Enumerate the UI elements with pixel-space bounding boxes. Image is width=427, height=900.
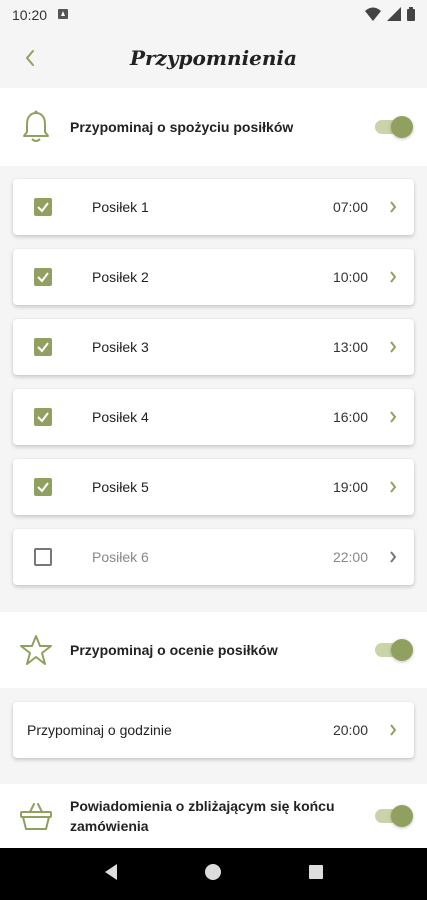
meal-time: 10:00 — [332, 269, 368, 285]
page-title: Przypomnienia — [129, 46, 297, 70]
check-icon — [37, 272, 49, 283]
meals-reminder-section: Przypominaj o spożyciu posiłków — [0, 88, 427, 166]
meal-row[interactable]: Posiłek 1 07:00 — [13, 179, 414, 235]
meal-checkbox[interactable] — [34, 268, 52, 286]
chevron-left-icon — [26, 50, 34, 66]
rating-time-label: Przypominaj o godzinie — [27, 722, 172, 738]
meal-time: 07:00 — [332, 199, 368, 215]
star-icon — [18, 632, 54, 668]
meal-checkbox[interactable] — [34, 548, 52, 566]
meal-checkbox[interactable] — [34, 198, 52, 216]
meal-name: Posiłek 1 — [92, 199, 149, 215]
meal-row[interactable]: Posiłek 6 22:00 — [13, 529, 414, 585]
rating-reminder-toggle[interactable] — [375, 639, 413, 661]
meal-name: Posiłek 6 — [92, 549, 149, 565]
nav-recents-icon[interactable] — [308, 864, 324, 885]
system-nav-bar — [0, 848, 427, 900]
status-time: 10:20 — [12, 7, 48, 23]
back-button[interactable] — [16, 44, 44, 72]
meal-row[interactable]: Posiłek 3 13:00 — [13, 319, 414, 375]
check-icon — [37, 412, 49, 423]
meal-name: Posiłek 2 — [92, 269, 149, 285]
meal-row[interactable]: Posiłek 5 19:00 — [13, 459, 414, 515]
chevron-right-icon — [386, 200, 400, 214]
check-icon — [37, 482, 49, 493]
meal-time: 13:00 — [332, 339, 368, 355]
meal-time: 16:00 — [332, 409, 368, 425]
meal-name: Posiłek 5 — [92, 479, 149, 495]
signal-icon — [387, 6, 401, 24]
meal-time: 19:00 — [332, 479, 368, 495]
check-icon — [37, 342, 49, 353]
battery-icon — [407, 6, 415, 24]
meal-checkbox[interactable] — [34, 478, 52, 496]
nav-back-icon[interactable] — [103, 863, 119, 886]
meal-name: Posiłek 4 — [92, 409, 149, 425]
chevron-right-icon — [386, 550, 400, 564]
rating-time-row[interactable]: Przypominaj o godzinie 20:00 — [13, 702, 414, 758]
meal-checkbox[interactable] — [34, 408, 52, 426]
check-icon — [37, 202, 49, 213]
order-end-label: Powiadomienia o zbliżającym się końcu za… — [70, 798, 335, 834]
chevron-right-icon — [386, 480, 400, 494]
chevron-right-icon — [386, 270, 400, 284]
chevron-right-icon — [386, 410, 400, 424]
meal-checkbox[interactable] — [34, 338, 52, 356]
meals-reminder-toggle[interactable] — [375, 116, 413, 138]
meal-name: Posiłek 3 — [92, 339, 149, 355]
meal-row[interactable]: Posiłek 4 16:00 — [13, 389, 414, 445]
rating-reminder-section: Przypominaj o ocenie posiłków — [0, 612, 427, 688]
meals-reminder-label: Przypominaj o spożyciu posiłków — [70, 119, 294, 135]
meal-time: 22:00 — [332, 549, 368, 565]
meal-row[interactable]: Posiłek 2 10:00 — [13, 249, 414, 305]
rating-reminder-label: Przypominaj o ocenie posiłków — [70, 642, 278, 658]
wifi-icon — [365, 7, 381, 24]
nav-home-icon[interactable] — [204, 863, 222, 886]
order-end-toggle[interactable] — [375, 805, 413, 827]
notification-icon — [57, 7, 69, 23]
order-end-section: Powiadomienia o zbliżającym się końcu za… — [0, 784, 427, 848]
chevron-right-icon — [386, 340, 400, 354]
status-bar: 10:20 — [0, 0, 427, 30]
app-bar: Przypomnienia — [0, 30, 427, 86]
rating-time-value: 20:00 — [332, 722, 368, 738]
bell-icon — [18, 109, 54, 145]
chevron-right-icon — [386, 723, 400, 737]
basket-icon — [18, 798, 54, 834]
